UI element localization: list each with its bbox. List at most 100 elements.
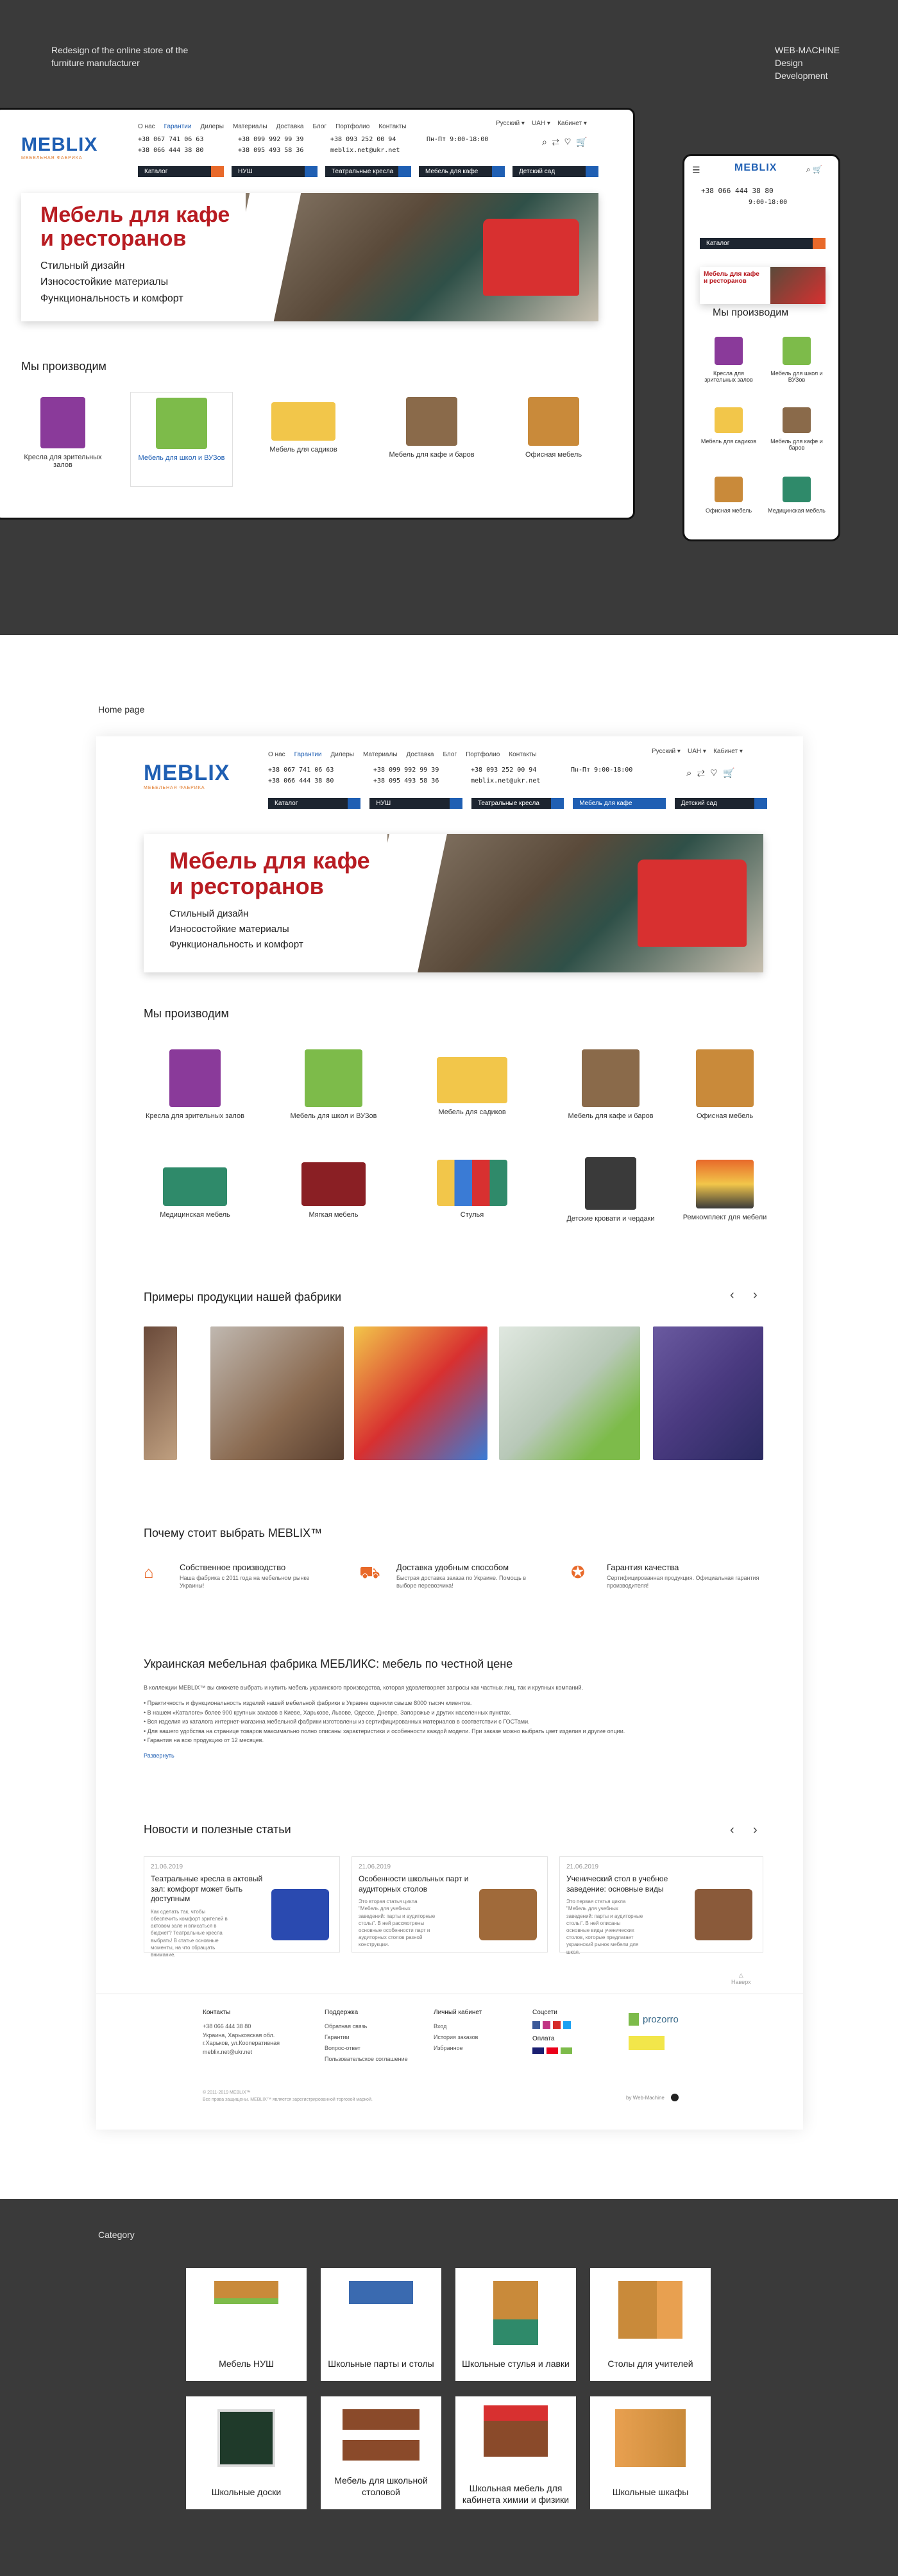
catmenu-catalog[interactable]: Каталог (138, 166, 224, 177)
product-card[interactable]: Мягкая мебель (282, 1162, 385, 1219)
facebook-icon[interactable] (532, 2021, 540, 2029)
nav-portfolio[interactable]: Портфолио (335, 123, 369, 130)
example-photo[interactable] (210, 1326, 344, 1460)
product-card[interactable]: Мебель для школ и ВУЗов (282, 1049, 385, 1120)
product-card[interactable]: Офисная мебель (509, 397, 598, 459)
compare-icon[interactable]: ⇄ (697, 768, 705, 779)
heart-icon[interactable]: ♡ (710, 768, 718, 779)
expand-link[interactable]: Развернуть (144, 1751, 721, 1760)
compare-icon[interactable]: ⇄ (552, 137, 559, 147)
logo[interactable]: MEBLIX МЕБЕЛЬНАЯ ФАБРИКА (144, 761, 230, 790)
search-icon[interactable]: ⌕ (806, 165, 811, 174)
search-icon[interactable]: ⌕ (542, 137, 547, 147)
product-card[interactable]: Мебель для садиков (258, 402, 348, 453)
category-card[interactable]: Школьная мебель для кабинета химии и физ… (455, 2396, 576, 2509)
phone-5[interactable]: +38 093 252 00 94 (330, 134, 400, 145)
news-card[interactable]: 21.06.2019 Ученический стол в учебное за… (559, 1856, 763, 1955)
category-card[interactable]: Мебель НУШ (186, 2268, 307, 2381)
cart-icon[interactable]: 🛒 (813, 165, 822, 174)
logo[interactable]: MEBLIX МЕБЕЛЬНАЯ ФАБРИКА (21, 134, 97, 160)
phone-1[interactable]: +38 067 741 06 63 (268, 765, 334, 775)
up-button[interactable]: △ Наверх (731, 1972, 751, 1985)
nav-dealers[interactable]: Дилеры (330, 751, 354, 758)
cart-icon[interactable]: 🛒 (576, 137, 587, 147)
search-icon[interactable]: ⌕ (686, 768, 691, 779)
footer-email[interactable]: meblix.net@ukr.net (203, 2047, 292, 2058)
nav-blog[interactable]: Блог (312, 123, 326, 130)
news-title[interactable]: Особенности школьных парт и аудиторных с… (359, 1874, 474, 1894)
nav-delivery[interactable]: Доставка (276, 123, 304, 130)
nav-materials[interactable]: Материалы (363, 751, 398, 758)
product-card-active[interactable]: Мебель для школ и ВУЗов (130, 392, 233, 487)
mobile-product[interactable]: Офисная мебель (700, 477, 758, 514)
example-photo[interactable] (653, 1326, 763, 1460)
currency-select[interactable]: UAH (532, 120, 545, 127)
nav-portfolio[interactable]: Портфолио (466, 751, 500, 758)
mobile-banner[interactable]: Мебель для кафе и ресторанов (700, 267, 826, 304)
mobile-product[interactable]: Медицинская мебель (768, 477, 826, 514)
product-card[interactable]: Мебель для кафе и баров (559, 1049, 662, 1120)
footer-link[interactable]: Вопрос-ответ (325, 2043, 408, 2054)
mobile-product[interactable]: Мебель для кафе и баров (768, 407, 826, 451)
phone-2[interactable]: +38 066 444 38 80 (268, 775, 334, 786)
news-card[interactable]: 21.06.2019 Театральные кресла в актовый … (144, 1856, 340, 1958)
phone-3[interactable]: +38 099 992 99 39 (373, 765, 439, 775)
footer-link[interactable]: Вход (434, 2021, 482, 2032)
prozorro-logo[interactable]: prozorro (643, 2014, 679, 2025)
nav-guarantee[interactable]: Гарантии (294, 751, 322, 758)
mobile-phone[interactable]: +38 066 444 38 80 (701, 185, 774, 196)
catmenu-catalog[interactable]: Каталог (268, 798, 361, 809)
example-photo[interactable] (144, 1326, 177, 1460)
currency-select[interactable]: UAH (688, 748, 701, 755)
footer-link[interactable]: Гарантии (325, 2032, 408, 2043)
example-photo[interactable] (499, 1326, 640, 1460)
product-card[interactable]: Мебель для кафе и баров (387, 397, 477, 459)
nav-delivery[interactable]: Доставка (407, 751, 434, 758)
twitter-icon[interactable] (563, 2021, 571, 2029)
footer-link[interactable]: История заказов (434, 2032, 482, 2043)
news-title[interactable]: Театральные кресла в актовый зал: комфор… (151, 1874, 266, 1904)
news-card[interactable]: 21.06.2019 Особенности школьных парт и а… (352, 1856, 548, 1953)
nav-materials[interactable]: Материалы (233, 123, 267, 130)
catmenu-cafe[interactable]: Мебель для кафе (573, 798, 666, 809)
phone-2[interactable]: +38 066 444 38 80 (138, 145, 203, 156)
catmenu-kindergarten[interactable]: Детский сад (513, 166, 598, 177)
product-card[interactable]: Медицинская мебель (144, 1167, 246, 1219)
phone-5[interactable]: +38 093 252 00 94 (471, 765, 540, 775)
nav-guarantee[interactable]: Гарантии (164, 123, 192, 130)
catmenu-nush[interactable]: НУШ (232, 166, 318, 177)
instagram-icon[interactable] (543, 2021, 550, 2029)
footer-link[interactable]: Обратная связь (325, 2021, 408, 2032)
footer-link[interactable]: Пользовательское соглашение (325, 2054, 408, 2065)
product-card[interactable]: Офисная мебель (674, 1049, 776, 1120)
nav-about[interactable]: О нас (138, 123, 155, 130)
cabinet-link[interactable]: Кабинет (557, 120, 582, 127)
footer-link[interactable]: Избранное (434, 2043, 482, 2054)
phone-1[interactable]: +38 067 741 06 63 (138, 134, 203, 145)
catmenu-kindergarten[interactable]: Детский сад (674, 798, 768, 809)
catmenu-theater[interactable]: Театральные кресла (325, 166, 411, 177)
product-card[interactable]: Стулья (421, 1160, 523, 1219)
lang-select[interactable]: Русский (652, 748, 675, 755)
catmenu-theater[interactable]: Театральные кресла (471, 798, 564, 809)
arrow-left-icon[interactable]: ‹ (730, 1823, 734, 1838)
lang-select[interactable]: Русский (496, 120, 520, 127)
nav-contacts[interactable]: Контакты (378, 123, 406, 130)
hero-banner[interactable]: Мебель для кафе и ресторанов Стильный ди… (21, 193, 598, 321)
footer-phone[interactable]: +38 066 444 38 80 (203, 2021, 292, 2032)
phone-4[interactable]: +38 095 493 58 36 (373, 775, 439, 786)
hero-banner[interactable]: Мебель для кафе и ресторанов Стильный ди… (144, 834, 763, 972)
mobile-product[interactable]: Мебель для школ и ВУЗов (768, 337, 826, 383)
phone-4[interactable]: +38 095 493 58 36 (238, 145, 303, 156)
mobile-product[interactable]: Мебель для садиков (700, 407, 758, 445)
mobile-logo[interactable]: MEBLIX (734, 162, 777, 174)
category-card[interactable]: Школьные шкафы (590, 2396, 711, 2509)
nav-dealers[interactable]: Дилеры (200, 123, 224, 130)
news-title[interactable]: Ученический стол в учебное заведение: ос… (566, 1874, 682, 1894)
category-card[interactable]: Школьные стулья и лавки (455, 2268, 576, 2381)
heart-icon[interactable]: ♡ (564, 137, 572, 147)
arrow-right-icon[interactable]: › (753, 1288, 758, 1303)
email[interactable]: meblix.net@ukr.net (330, 145, 400, 156)
mobile-product[interactable]: Кресла для зрительных залов (700, 337, 758, 383)
category-card[interactable]: Школьные доски (186, 2396, 307, 2509)
